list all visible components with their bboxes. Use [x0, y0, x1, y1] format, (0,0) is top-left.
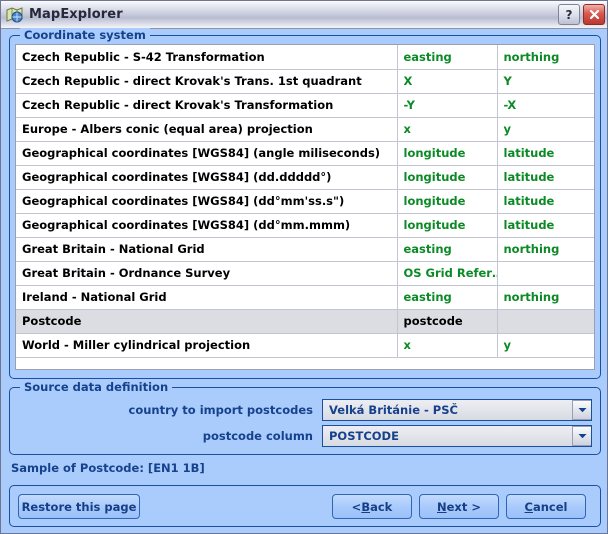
table-row[interactable]: World - Miller cylindrical projection x y [16, 333, 594, 358]
coordinate-y-cell: y [497, 333, 594, 358]
chevron-down-icon[interactable] [572, 426, 591, 446]
coordinate-system-name-cell: Czech Republic - direct Krovak's Transfo… [16, 93, 398, 118]
country-combobox-value: Velká Británie - PSČ [329, 403, 458, 417]
coordinate-x-cell: x [397, 117, 498, 142]
coordinate-system-name-cell: Geographical coordinates [WGS84] (angle … [16, 141, 398, 166]
coordinate-system-group: Coordinate system Czech Republic - S-42 … [9, 28, 601, 379]
restore-this-page-button[interactable]: Restore this page [18, 494, 140, 519]
table-row[interactable]: Ireland - National Grid easting northing [16, 285, 594, 310]
coordinate-x-cell: easting [397, 45, 498, 70]
coordinate-y-cell: northing [497, 285, 594, 310]
coordinate-system-name-cell: Czech Republic - direct Krovak's Trans. … [16, 69, 398, 94]
table-row[interactable]: Europe - Albers conic (equal area) proje… [16, 117, 594, 142]
coordinate-system-name-cell: Ireland - National Grid [16, 285, 398, 310]
coordinate-system-name-cell: Great Britain - Ordnance Survey [16, 261, 398, 286]
source-data-definition-group-title: Source data definition [20, 380, 173, 394]
coordinate-x-cell: OS Grid Refer… [397, 261, 498, 286]
coordinate-system-name-cell: Czech Republic - S-42 Transformation [16, 45, 398, 70]
coordinate-y-cell: latitude [497, 141, 594, 166]
window-title: MapExplorer [29, 7, 123, 22]
coordinate-y-cell: latitude [497, 165, 594, 190]
dialog-button-bar: Restore this page < Back Next > Cancel [9, 485, 601, 527]
coordinate-x-cell: longitude [397, 165, 498, 190]
back-button[interactable]: < Back [332, 494, 412, 519]
sample-postcode-text: Sample of Postcode: [EN1 1B] [11, 461, 205, 475]
coordinate-system-name-cell: World - Miller cylindrical projection [16, 333, 398, 358]
table-row[interactable]: Czech Republic - direct Krovak's Transfo… [16, 93, 594, 118]
map-explorer-window: MapExplorer ? Coordinate system Czech Re… [0, 0, 608, 534]
table-row[interactable]: Czech Republic - direct Krovak's Trans. … [16, 69, 594, 94]
next-button[interactable]: Next > [419, 494, 499, 519]
help-label: ? [565, 7, 573, 22]
coordinate-y-cell: latitude [497, 213, 594, 238]
country-field-row: country to import postcodes Velká Britán… [18, 399, 592, 421]
coordinate-y-cell: northing [497, 237, 594, 262]
back-button-mnemonic: B [361, 499, 371, 514]
cancel-button[interactable]: Cancel [506, 494, 586, 519]
postcode-column-combobox[interactable]: POSTCODE [322, 425, 592, 447]
table-row[interactable]: Geographical coordinates [WGS84] (angle … [16, 141, 594, 166]
coordinate-y-cell: y [497, 117, 594, 142]
table-row[interactable]: Geographical coordinates [WGS84] (dd.ddd… [16, 165, 594, 190]
chevron-down-icon[interactable] [572, 400, 591, 420]
postcode-column-combobox-value: POSTCODE [329, 429, 399, 443]
back-button-suffix: ack [370, 499, 393, 514]
coordinate-x-cell: x [397, 333, 498, 358]
coordinate-x-cell: postcode [397, 309, 498, 334]
coordinate-system-table: Czech Republic - S-42 Transformation east… [16, 45, 594, 358]
next-button-mnemonic: N [437, 499, 447, 514]
postcode-column-field-row: postcode column POSTCODE [18, 425, 592, 447]
coordinate-y-cell: northing [497, 45, 594, 70]
coordinate-system-name-cell: Europe - Albers conic (equal area) proje… [16, 117, 398, 142]
coordinate-y-cell: Y [497, 69, 594, 94]
close-icon [589, 9, 599, 20]
source-data-definition-group: Source data definition country to import… [9, 380, 601, 455]
postcode-column-field-label: postcode column [202, 429, 313, 443]
coordinate-y-cell: latitude [497, 189, 594, 214]
help-button[interactable]: ? [558, 4, 580, 25]
restore-button-label: Restore this page [21, 499, 137, 514]
title-bar: MapExplorer ? [1, 1, 607, 29]
table-row[interactable]: Great Britain - Ordnance Survey OS Grid R… [16, 261, 594, 286]
coordinate-system-name-cell: Great Britain - National Grid [16, 237, 398, 262]
close-button[interactable] [583, 4, 605, 25]
coordinate-system-table-body: Czech Republic - S-42 Transformation east… [16, 45, 594, 358]
table-row[interactable]: Great Britain - National Grid easting nort… [16, 237, 594, 262]
table-row[interactable]: Postcode postcode [16, 309, 594, 334]
coordinate-x-cell: -Y [397, 93, 498, 118]
table-row[interactable]: Czech Republic - S-42 Transformation east… [16, 45, 594, 70]
coordinate-system-name-cell: Geographical coordinates [WGS84] (dd.ddd… [16, 165, 398, 190]
coordinate-x-cell: X [397, 69, 498, 94]
coordinate-x-cell: easting [397, 237, 498, 262]
country-combobox[interactable]: Velká Británie - PSČ [322, 399, 592, 421]
coordinate-system-name-cell: Postcode [16, 309, 398, 334]
coordinate-y-cell: -X [497, 93, 594, 118]
coordinate-y-cell [497, 261, 594, 286]
coordinate-x-cell: longitude [397, 141, 498, 166]
coordinate-system-table-container[interactable]: Czech Republic - S-42 Transformation east… [15, 44, 595, 370]
coordinate-system-name-cell: Geographical coordinates [WGS84] (dd°mm.… [16, 213, 398, 238]
table-row[interactable]: Geographical coordinates [WGS84] (dd°mm'… [16, 189, 594, 214]
next-button-suffix: ext > [446, 499, 481, 514]
table-row[interactable]: Geographical coordinates [WGS84] (dd°mm.… [16, 213, 594, 238]
coordinate-x-cell: longitude [397, 189, 498, 214]
coordinate-x-cell: longitude [397, 213, 498, 238]
coordinate-system-name-cell: Geographical coordinates [WGS84] (dd°mm'… [16, 189, 398, 214]
map-explorer-icon [6, 6, 23, 23]
coordinate-y-cell [497, 309, 594, 334]
cancel-button-suffix: ancel [532, 499, 568, 514]
coordinate-system-group-title: Coordinate system [20, 28, 150, 42]
cancel-button-mnemonic: C [524, 499, 533, 514]
country-field-label: country to import postcodes [128, 403, 313, 417]
coordinate-x-cell: easting [397, 285, 498, 310]
back-button-prefix: < [351, 499, 362, 514]
